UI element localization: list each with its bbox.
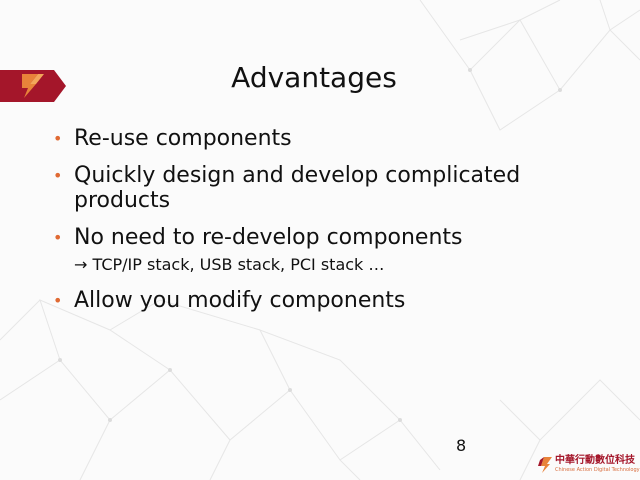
bullet-list: • Re-use components • Quickly design and… (52, 126, 592, 325)
bullet-dot-icon: • (53, 228, 63, 247)
bullet-item: • No need to re-develop components (52, 225, 592, 250)
slide-title: Advantages (231, 61, 397, 94)
footer-company-logo: 中華行動數位科技 Chinese Action Digital Technolo… (538, 454, 640, 476)
page-number: 8 (456, 436, 467, 455)
bullet-dot-icon: • (53, 166, 63, 185)
bullet-dot-icon: • (53, 291, 63, 310)
bullet-text: Allow you modify components (74, 288, 406, 313)
sub-bullet-item: → TCP/IP stack, USB stack, PCI stack … (74, 255, 385, 274)
bullet-item: • Allow you modify components (52, 288, 592, 313)
company-logo-mark-icon (538, 457, 552, 473)
company-tagline: Chinese Action Digital Technology (555, 467, 640, 473)
bullet-item: • Re-use components (52, 126, 592, 151)
bullet-item: • Quickly design and develop complicated… (52, 163, 592, 213)
bullet-dot-icon: • (53, 129, 63, 148)
company-name: 中華行動數位科技 (555, 455, 635, 466)
bullet-text: No need to re-develop components (74, 225, 463, 250)
bullet-text: Re-use components (74, 126, 292, 151)
slide: Advantages • Re-use components • Quickly… (0, 0, 640, 480)
bullet-text: Quickly design and develop complicated p… (74, 163, 521, 213)
